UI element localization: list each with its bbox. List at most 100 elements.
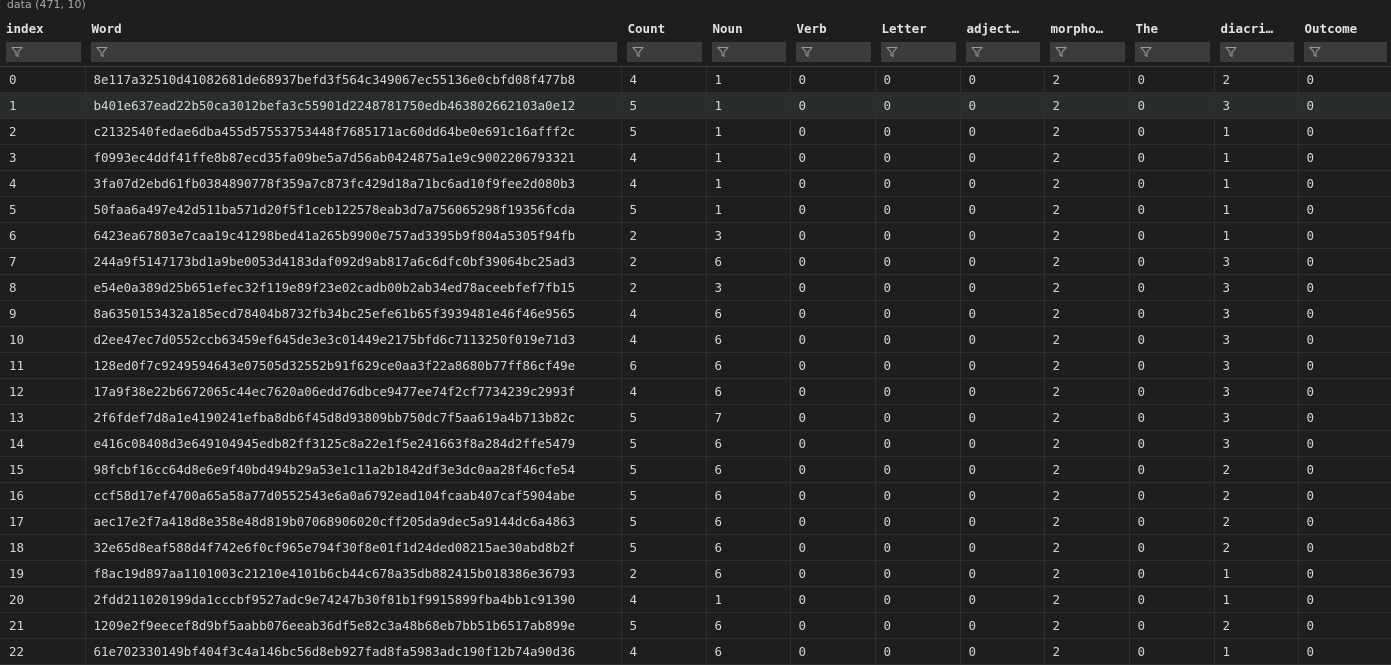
table-cell[interactable]: 4	[621, 300, 707, 327]
table-cell[interactable]: 0	[1129, 248, 1215, 275]
table-cell[interactable]: 0	[960, 534, 1045, 561]
table-row[interactable]: 5 50faa6a497e42d511ba571d20f5f1ceb122578e…	[0, 196, 1391, 223]
table-cell[interactable]: 6	[706, 612, 791, 639]
row-index-cell[interactable]: 0	[0, 66, 86, 93]
table-cell[interactable]: 5	[621, 118, 707, 145]
table-row[interactable]: 19 f8ac19d897aa1101003c21210e4101b6cb44c6…	[0, 560, 1391, 587]
table-cell[interactable]: 6	[706, 326, 791, 353]
table-cell[interactable]: 0	[875, 612, 961, 639]
table-cell[interactable]: 0	[875, 482, 961, 509]
table-cell[interactable]: 0	[875, 560, 961, 587]
table-cell[interactable]: 0	[1298, 66, 1391, 93]
table-cell[interactable]: 2	[1044, 144, 1130, 171]
row-index-cell[interactable]: 14	[0, 430, 86, 457]
table-row[interactable]: 16 ccf58d17ef4700a65a58a77d0552543e6a0a67…	[0, 482, 1391, 509]
column-header[interactable]: adject…	[960, 16, 1045, 40]
table-cell[interactable]: 0	[960, 170, 1045, 197]
table-cell[interactable]: 0	[1129, 508, 1215, 535]
table-cell[interactable]: 0	[960, 456, 1045, 483]
table-cell[interactable]: 0	[1298, 430, 1391, 457]
table-cell[interactable]: 0	[960, 92, 1045, 119]
row-index-cell[interactable]: 11	[0, 352, 86, 379]
table-cell[interactable]: 4	[621, 170, 707, 197]
column-filter-input[interactable]	[881, 42, 956, 62]
table-cell[interactable]: 6	[706, 430, 791, 457]
column-header[interactable]: morpho…	[1044, 16, 1130, 40]
table-cell[interactable]: 0	[1298, 118, 1391, 145]
column-filter-input[interactable]	[796, 42, 871, 62]
column-header[interactable]: Noun	[706, 16, 791, 40]
table-cell[interactable]: 0	[1298, 222, 1391, 249]
column-filter-input[interactable]	[1050, 42, 1125, 62]
table-cell[interactable]: 8a6350153432a185ecd78404b8732fb34bc25efe…	[85, 300, 622, 327]
table-cell[interactable]: 0	[960, 274, 1045, 301]
table-cell[interactable]: 3	[1214, 300, 1299, 327]
table-cell[interactable]: e54e0a389d25b651efec32f119e89f23e02cadb0…	[85, 274, 622, 301]
table-cell[interactable]: 2	[1044, 534, 1130, 561]
column-header[interactable]: Count	[621, 16, 707, 40]
table-cell[interactable]: 6423ea67803e7caa19c41298bed41a265b9900e7…	[85, 222, 622, 249]
table-cell[interactable]: e416c08408d3e649104945edb82ff3125c8a22e1…	[85, 430, 622, 457]
table-cell[interactable]: 0	[1298, 300, 1391, 327]
table-cell[interactable]: 0	[960, 508, 1045, 535]
table-cell[interactable]: 0	[960, 638, 1045, 665]
table-cell[interactable]: 6	[706, 508, 791, 535]
table-cell[interactable]: 0	[875, 352, 961, 379]
row-index-cell[interactable]: 13	[0, 404, 86, 431]
table-cell[interactable]: 1	[1214, 196, 1299, 223]
table-cell[interactable]: 2	[1044, 508, 1130, 535]
table-cell[interactable]: 2f6fdef7d8a1e4190241efba8db6f45d8d93809b…	[85, 404, 622, 431]
table-cell[interactable]: 0	[1298, 378, 1391, 405]
table-cell[interactable]: 0	[1129, 170, 1215, 197]
table-cell[interactable]: 0	[1129, 300, 1215, 327]
table-row[interactable]: 11 128ed0f7c9249594643e07505d32552b91f629…	[0, 352, 1391, 379]
table-cell[interactable]: 2	[1044, 300, 1130, 327]
table-cell[interactable]: 0	[960, 326, 1045, 353]
table-cell[interactable]: 3	[1214, 92, 1299, 119]
table-cell[interactable]: 0	[960, 248, 1045, 275]
table-cell[interactable]: 0	[790, 196, 876, 223]
table-row[interactable]: 21 1209e2f9eecef8d9bf5aabb076eeab36df5e82…	[0, 612, 1391, 639]
table-cell[interactable]: 2	[621, 222, 707, 249]
table-cell[interactable]: 0	[790, 378, 876, 405]
table-cell[interactable]: 5	[621, 456, 707, 483]
table-cell[interactable]: 0	[1298, 534, 1391, 561]
table-row[interactable]: 17 aec17e2f7a418d8e358e48d819b07068906020…	[0, 508, 1391, 535]
table-cell[interactable]: 0	[790, 300, 876, 327]
table-cell[interactable]: 50faa6a497e42d511ba571d20f5f1ceb122578ea…	[85, 196, 622, 223]
table-cell[interactable]: 3	[706, 274, 791, 301]
table-cell[interactable]: 4	[621, 144, 707, 171]
column-filter-input[interactable]	[1304, 42, 1387, 62]
table-cell[interactable]: 1	[1214, 638, 1299, 665]
table-cell[interactable]: 0	[1129, 404, 1215, 431]
table-row[interactable]: 22 61e702330149bf404f3c4a146bc56d8eb927fa…	[0, 638, 1391, 665]
table-cell[interactable]: ccf58d17ef4700a65a58a77d0552543e6a0a6792…	[85, 482, 622, 509]
column-header[interactable]: Outcome	[1298, 16, 1391, 40]
table-cell[interactable]: 2	[1044, 274, 1130, 301]
table-cell[interactable]: d2ee47ec7d0552ccb63459ef645de3e3c01449e2…	[85, 326, 622, 353]
column-filter-input[interactable]	[6, 42, 81, 62]
table-cell[interactable]: 2	[1044, 118, 1130, 145]
column-header[interactable]: diacri…	[1214, 16, 1299, 40]
table-cell[interactable]: 6	[706, 248, 791, 275]
row-index-cell[interactable]: 18	[0, 534, 86, 561]
table-cell[interactable]: 0	[1129, 430, 1215, 457]
table-cell[interactable]: 0	[1129, 534, 1215, 561]
table-cell[interactable]: 0	[960, 404, 1045, 431]
row-index-cell[interactable]: 17	[0, 508, 86, 535]
table-cell[interactable]: 0	[790, 144, 876, 171]
table-cell[interactable]: 0	[790, 404, 876, 431]
table-cell[interactable]: 5	[621, 92, 707, 119]
table-cell[interactable]: 0	[960, 482, 1045, 509]
table-cell[interactable]: 0	[875, 66, 961, 93]
table-cell[interactable]: 0	[960, 612, 1045, 639]
row-index-cell[interactable]: 12	[0, 378, 86, 405]
column-filter-input[interactable]	[627, 42, 702, 62]
row-index-cell[interactable]: 7	[0, 248, 86, 275]
table-cell[interactable]: 0	[790, 482, 876, 509]
table-row[interactable]: 6 6423ea67803e7caa19c41298bed41a265b9900e…	[0, 222, 1391, 249]
table-cell[interactable]: 0	[790, 326, 876, 353]
table-cell[interactable]: 2	[1044, 66, 1130, 93]
table-cell[interactable]: 5	[621, 508, 707, 535]
column-header[interactable]: Word	[85, 16, 622, 40]
